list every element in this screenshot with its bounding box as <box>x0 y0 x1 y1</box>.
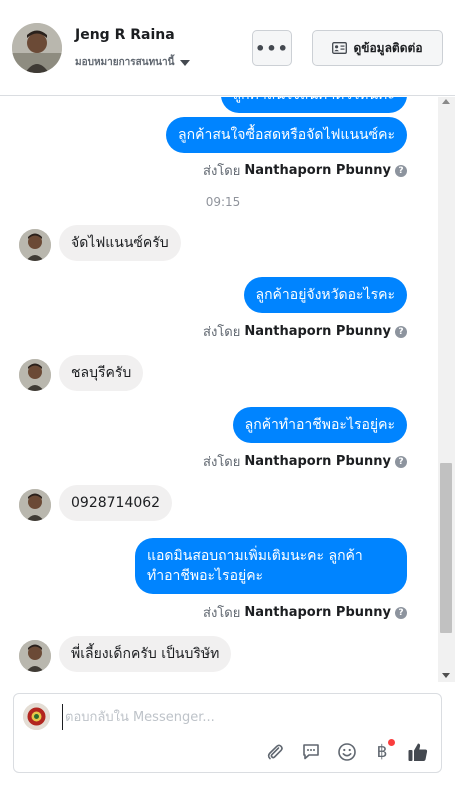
sender-name: Nanthaporn Pbunny <box>244 605 391 620</box>
page-avatar <box>23 703 50 730</box>
message-timestamp: 09:15 <box>205 195 241 209</box>
incoming-message: จัดไฟแนนซ์ครับ <box>59 225 181 261</box>
sender-name: Nanthaporn Pbunny <box>244 163 391 178</box>
saved-replies-icon[interactable] <box>300 741 322 763</box>
outgoing-message: ลูกค้าทำอาชีพอะไรอยู่คะ <box>232 407 407 443</box>
message-line: แอดมินสอบถามเพิ่มเติมนะคะ ลูกค้า <box>147 548 363 564</box>
contact-card-icon <box>332 42 348 54</box>
contact-avatar[interactable] <box>12 23 62 73</box>
notification-dot <box>388 739 395 746</box>
message-line: ทำอาชีพอะไรอยู่คะ <box>147 568 264 584</box>
help-icon[interactable]: ? <box>395 164 407 177</box>
sent-by-label: ส่งโดย Nanthaporn Pbunny ? <box>203 321 407 342</box>
help-icon[interactable]: ? <box>395 606 407 619</box>
view-contact-info-button[interactable]: ดูข้อมูลติดต่อ <box>312 30 443 66</box>
attach-file-icon[interactable] <box>264 741 286 763</box>
scroll-down-arrow-icon[interactable] <box>442 673 450 678</box>
incoming-message: ชลบุรีครับ <box>59 355 144 391</box>
incoming-message: 0928714062 <box>59 485 173 521</box>
outgoing-message: ลูกค้าสนใจซื้อสดหรือจัดไฟแนนซ์คะ <box>166 117 407 153</box>
contact-avatar-small <box>19 229 51 261</box>
help-icon[interactable]: ? <box>395 455 407 468</box>
message-scrollbar[interactable] <box>438 97 455 682</box>
outgoing-message: ลูกค้าอยู่จังหวัดอะไรคะ <box>243 277 407 313</box>
sent-by-label: ส่งโดย Nanthaporn Pbunny ? <box>203 602 407 623</box>
contact-avatar-small <box>19 359 51 391</box>
contact-name[interactable]: Jeng R Raina <box>75 27 175 43</box>
contact-avatar-small <box>19 640 51 672</box>
scroll-up-arrow-icon[interactable] <box>442 99 450 104</box>
payment-baht-icon[interactable]: ฿ <box>371 739 395 763</box>
conversation-header: Jeng R Raina มอบหมายการสนทนานี้ ••• ดูข้… <box>0 0 455 96</box>
contact-avatar-small <box>19 489 51 521</box>
sent-by-label: ส่งโดย Nanthaporn Pbunny ? <box>203 160 407 181</box>
assign-conversation-dropdown[interactable]: มอบหมายการสนทนานี้ <box>75 55 191 70</box>
sender-name: Nanthaporn Pbunny <box>244 324 391 339</box>
sent-by-label: ส่งโดย Nanthaporn Pbunny ? <box>203 451 407 472</box>
currency-symbol: ฿ <box>376 742 388 762</box>
sender-name: Nanthaporn Pbunny <box>244 454 391 469</box>
outgoing-message-partial: ลูกค้าสนใจสินค้าตัวไหนคะ <box>220 97 407 113</box>
incoming-message: พี่เลี้ยงเด็กครับ เป็นบริษัท <box>59 636 232 672</box>
emoji-icon[interactable] <box>336 741 358 763</box>
contact-info-label: ดูข้อมูลติดต่อ <box>353 40 423 55</box>
reply-composer: ฿ <box>13 693 442 773</box>
scrollbar-thumb[interactable] <box>440 463 452 633</box>
caret-down-icon <box>180 59 191 66</box>
outgoing-message: แอดมินสอบถามเพิ่มเติมนะคะ ลูกค้า ทำอาชีพ… <box>135 538 407 594</box>
reply-input[interactable] <box>62 704 422 730</box>
help-icon[interactable]: ? <box>395 325 407 338</box>
like-thumbs-up-icon[interactable] <box>407 741 429 763</box>
message-thread[interactable]: ลูกค้าสนใจสินค้าตัวไหนคะ ลูกค้าสนใจซื้อส… <box>0 97 438 682</box>
assign-label: มอบหมายการสนทนานี้ <box>75 57 175 68</box>
more-options-button[interactable]: ••• <box>252 30 292 66</box>
